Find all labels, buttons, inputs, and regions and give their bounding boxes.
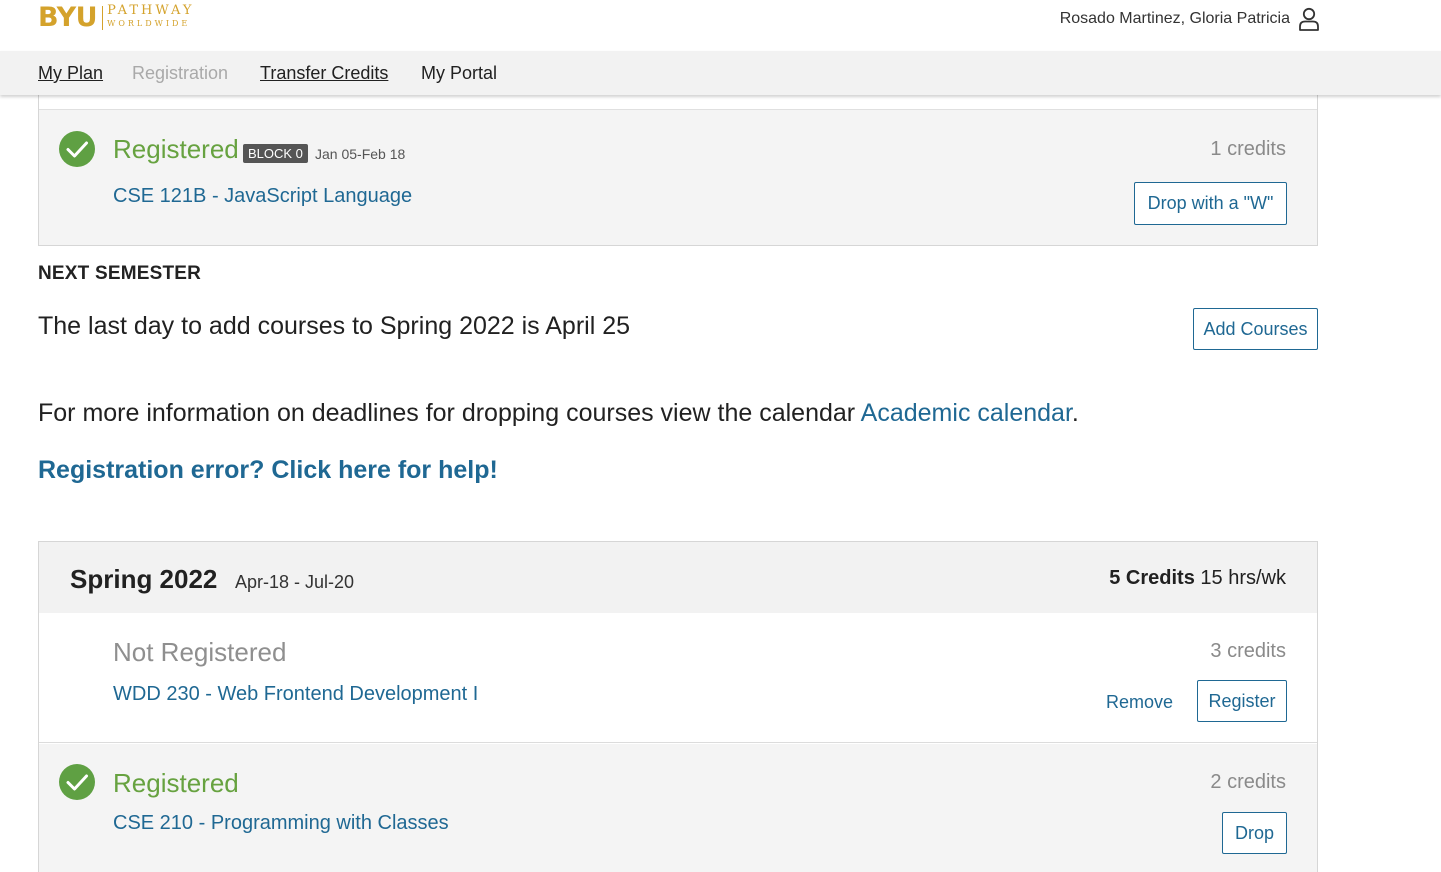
course-credits: 3 credits [1210, 640, 1286, 662]
registered-check-icon [59, 764, 95, 800]
last-day-text: The last day to add courses to Spring 20… [38, 312, 631, 340]
logo-worldwide-text: WORLDWIDE [107, 19, 191, 28]
course-row: Not Registered WDD 230 - Web Frontend De… [39, 613, 1317, 743]
register-button[interactable]: Register [1197, 680, 1287, 722]
block-badge: BLOCK 0 [243, 144, 308, 163]
course-credits: 2 credits [1210, 771, 1286, 793]
course-link[interactable]: CSE 121B - JavaScript Language [113, 185, 412, 208]
user-icon[interactable] [1298, 6, 1320, 32]
nav-my-plan[interactable]: My Plan [38, 63, 103, 84]
top-header: BYU PATHWAY WORLDWIDE Rosado Martinez, G… [0, 0, 1441, 51]
academic-calendar-link[interactable]: Academic calendar [861, 399, 1072, 427]
spring-semester-card: Spring 2022 Apr-18 - Jul-20 5 Credits 15… [38, 541, 1318, 872]
semester-credits: 5 Credits 15 hrs/wk [1109, 567, 1286, 590]
nav-transfer-credits[interactable]: Transfer Credits [260, 63, 388, 84]
semester-dates: Apr-18 - Jul-20 [235, 572, 355, 592]
registration-help-link[interactable]: Registration error? Click here for help! [38, 456, 498, 485]
add-courses-button[interactable]: Add Courses [1193, 308, 1318, 350]
semester-header: Spring 2022 Apr-18 - Jul-20 5 Credits 15… [39, 542, 1317, 613]
deadline-info-text: For more information on deadlines for dr… [38, 399, 861, 427]
course-status: Not Registered [113, 637, 287, 667]
semester-title: Spring 2022 [70, 564, 218, 594]
course-status: Registered [113, 768, 239, 798]
remove-button[interactable]: Remove [1106, 692, 1173, 713]
course-credits: 1 credits [1210, 138, 1286, 160]
block-dates: Jan 05-Feb 18 [315, 146, 406, 162]
current-semester-card: Registered BLOCK 0 Jan 05-Feb 18 CSE 121… [38, 80, 1318, 246]
course-row: Registered BLOCK 0 Jan 05-Feb 18 CSE 121… [39, 109, 1317, 245]
semester-credit-total: 5 Credits [1109, 567, 1195, 589]
nav-my-portal[interactable]: My Portal [421, 63, 497, 84]
nav-registration[interactable]: Registration [132, 63, 228, 84]
next-semester-heading: NEXT SEMESTER [38, 263, 202, 284]
deadline-info-end: . [1071, 399, 1079, 427]
logo-byu-text: BYU [38, 2, 98, 33]
course-status: Registered [113, 134, 239, 164]
registered-check-icon [59, 131, 95, 167]
byu-pathway-logo[interactable]: BYU PATHWAY WORLDWIDE [38, 2, 195, 34]
semester-hours: 15 hrs/wk [1200, 567, 1286, 589]
drop-with-w-button[interactable]: Drop with a "W" [1134, 182, 1287, 225]
user-name: Rosado Martinez, Gloria Patricia [1059, 10, 1290, 27]
logo-wordmark: PATHWAY WORLDWIDE [107, 4, 194, 29]
main-nav: My Plan Registration Transfer Credits My… [0, 51, 1441, 95]
drop-button[interactable]: Drop [1222, 812, 1287, 854]
user-menu[interactable]: Rosado Martinez, Gloria Patricia [1060, 6, 1320, 32]
logo-pathway-text: PATHWAY [107, 3, 195, 18]
course-row: Registered CSE 210 - Programming with Cl… [39, 744, 1317, 872]
deadline-info: For more information on deadlines for dr… [38, 399, 1079, 428]
course-link[interactable]: WDD 230 - Web Frontend Development I [113, 683, 478, 706]
logo-divider [102, 6, 104, 30]
course-link[interactable]: CSE 210 - Programming with Classes [113, 812, 449, 835]
